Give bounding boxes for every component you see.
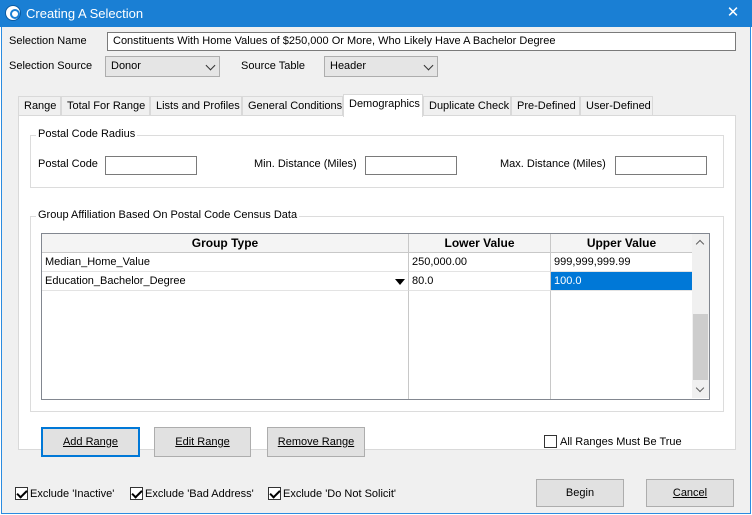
tab-range[interactable]: Range [18, 96, 61, 116]
postal-code-radius-title: Postal Code Radius [36, 128, 138, 140]
selection-name-input[interactable]: Constituents With Home Values of $250,00… [107, 32, 736, 51]
exclude-do-not-solicit-label: Exclude 'Do Not Solicit' [283, 488, 397, 500]
source-table-select[interactable]: Header [324, 56, 438, 77]
remove-range-label: Remove Range [277, 436, 355, 448]
add-range-button[interactable]: Add Range [41, 427, 140, 457]
scroll-down-icon[interactable] [692, 381, 709, 398]
begin-button[interactable]: Begin [536, 479, 624, 507]
remove-range-button[interactable]: Remove Range [267, 427, 365, 457]
postal-code-radius-group: Postal Code Radius Postal Code Min. Dist… [30, 128, 724, 188]
grid-vertical-scrollbar[interactable] [692, 234, 709, 398]
group-affiliation-grid[interactable]: Group Type Lower Value Upper Value Media… [41, 233, 710, 400]
max-distance-label: Max. Distance (Miles) [500, 158, 606, 170]
exclude-inactive-checkbox[interactable] [15, 487, 28, 500]
tab-duplicate-check[interactable]: Duplicate Check [423, 96, 511, 116]
title-bar: Creating A Selection ✕ [0, 0, 752, 27]
scroll-thumb[interactable] [693, 314, 708, 380]
table-cell-upper-value[interactable]: 999,999,999.99 [551, 253, 693, 272]
postal-code-input[interactable] [105, 156, 197, 175]
column-header-group-type[interactable]: Group Type [42, 234, 409, 253]
selection-source-select[interactable]: Donor [105, 56, 220, 77]
min-distance-label: Min. Distance (Miles) [254, 158, 357, 170]
selection-source-label: Selection Source [9, 60, 93, 72]
close-icon[interactable]: ✕ [714, 0, 752, 27]
window-title: Creating A Selection [26, 6, 144, 21]
column-header-lower-value[interactable]: Lower Value [409, 234, 551, 253]
max-distance-input[interactable] [615, 156, 707, 175]
edit-range-label: Edit Range [175, 436, 230, 448]
table-cell-lower-value[interactable]: 80.0 [409, 272, 551, 291]
table-cell-upper-value-selected[interactable]: 100.0 [551, 272, 693, 291]
exclude-do-not-solicit-checkbox[interactable] [268, 487, 281, 500]
tab-pre-defined[interactable]: Pre-Defined [511, 96, 580, 116]
tab-demographics[interactable]: Demographics [343, 94, 423, 117]
table-cell-group-type[interactable]: Median_Home_Value [42, 253, 409, 272]
chevron-down-icon [423, 60, 434, 71]
scroll-up-icon[interactable] [692, 234, 709, 251]
edit-range-button[interactable]: Edit Range [154, 427, 251, 457]
table-cell-group-type[interactable]: Education_Bachelor_Degree [42, 272, 409, 291]
all-ranges-checkbox[interactable] [544, 435, 557, 448]
tab-lists-and-profiles[interactable]: Lists and Profiles [150, 96, 242, 116]
source-table-value: Header [330, 60, 367, 72]
exclude-inactive-label: Exclude 'Inactive' [30, 488, 115, 500]
dialog-body: Selection Name Constituents With Home Va… [1, 27, 751, 514]
tab-user-defined[interactable]: User-Defined [580, 96, 653, 116]
add-range-label: Add Range [62, 436, 119, 448]
table-cell-lower-value[interactable]: 250,000.00 [409, 253, 551, 272]
all-ranges-label: All Ranges Must Be True [560, 436, 682, 448]
dropdown-arrow-icon[interactable] [394, 276, 405, 287]
column-header-upper-value[interactable]: Upper Value [551, 234, 693, 253]
selection-source-value: Donor [111, 60, 141, 72]
exclude-bad-address-checkbox[interactable] [130, 487, 143, 500]
min-distance-input[interactable] [365, 156, 457, 175]
postal-code-label: Postal Code [38, 158, 98, 170]
selection-name-label: Selection Name [9, 35, 87, 47]
chevron-down-icon [205, 60, 216, 71]
group-affiliation-title: Group Affiliation Based On Postal Code C… [36, 209, 300, 221]
exclude-bad-address-label: Exclude 'Bad Address' [145, 488, 254, 500]
cancel-button[interactable]: Cancel [646, 479, 734, 507]
source-table-label: Source Table [241, 60, 306, 72]
tab-total-for-range[interactable]: Total For Range [61, 96, 150, 116]
tab-general-conditions[interactable]: General Conditions [242, 96, 343, 116]
app-icon [5, 5, 21, 21]
cancel-label: Cancel [672, 487, 708, 499]
